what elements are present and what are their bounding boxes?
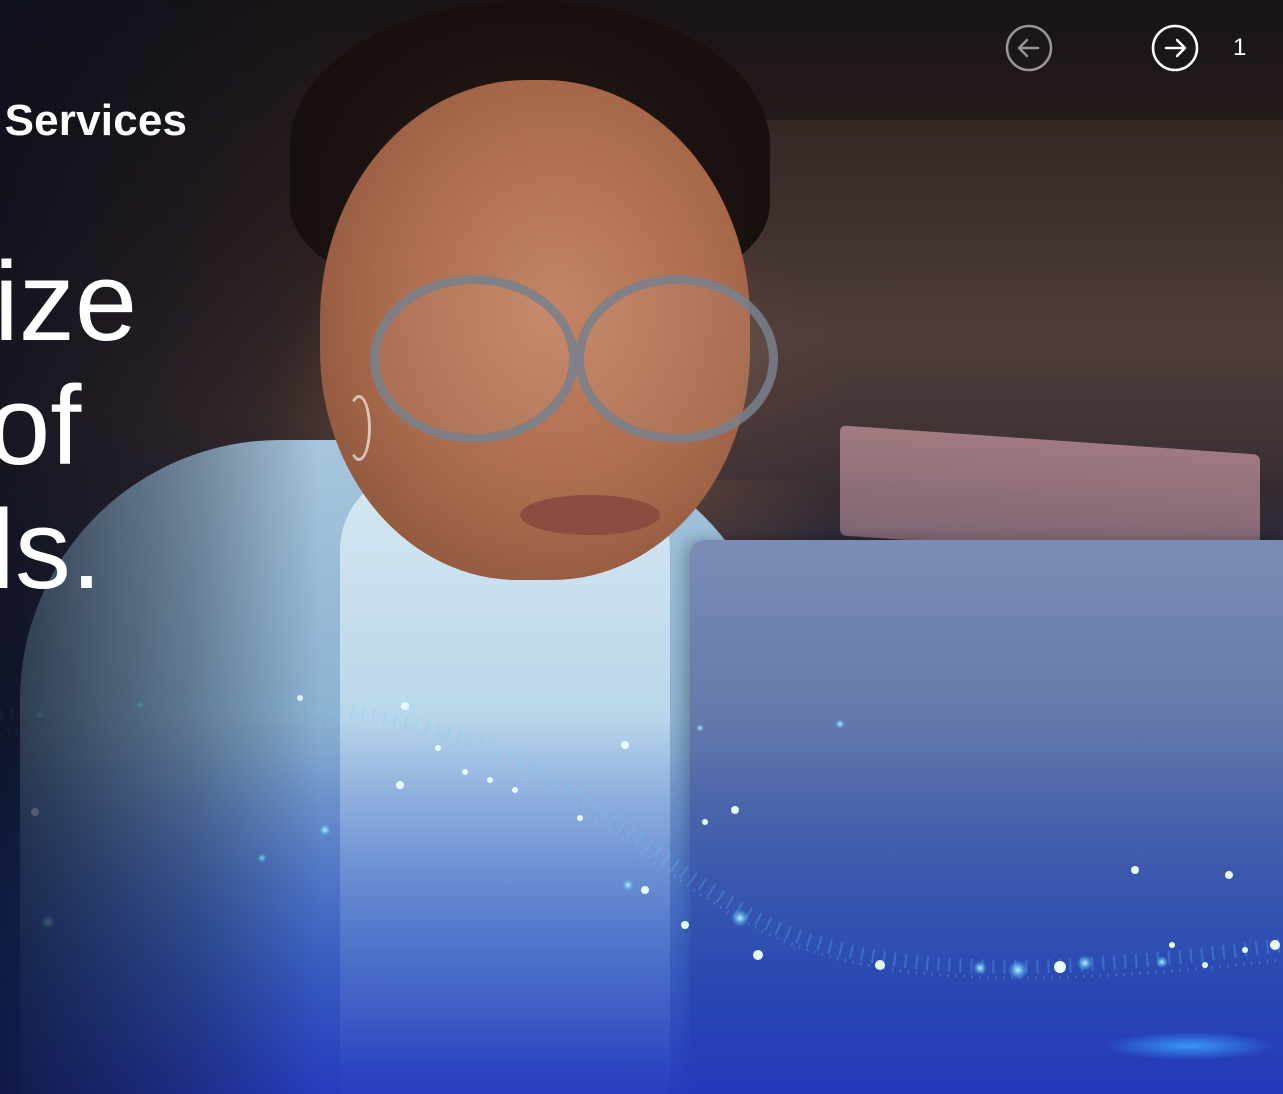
slide-number: 1 bbox=[1233, 34, 1247, 61]
carousel-controls: 1 bbox=[1005, 24, 1253, 72]
headline-line-1: ize bbox=[0, 239, 138, 364]
carousel-prev-button[interactable] bbox=[1005, 24, 1053, 72]
hero-section: up Services ize of ls. 1 bbox=[0, 0, 1283, 1094]
headline-line-2: of bbox=[0, 363, 82, 488]
headline-line-3: ls. bbox=[0, 487, 102, 612]
hero-headline: ize of ls. bbox=[0, 240, 143, 612]
carousel-next-button[interactable] bbox=[1151, 24, 1199, 72]
arrow-left-circle-icon bbox=[1005, 24, 1053, 72]
arrow-right-circle-icon bbox=[1151, 24, 1199, 72]
brand-title: up Services bbox=[0, 96, 188, 145]
